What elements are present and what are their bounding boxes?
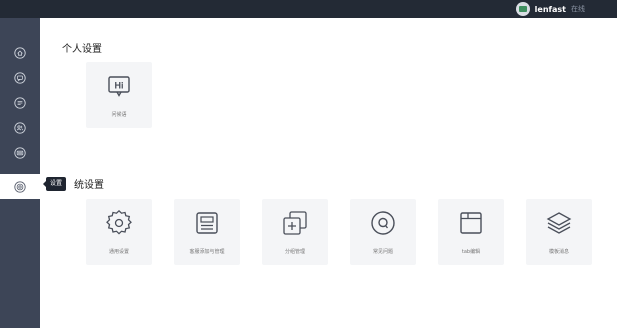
card-label: 问候语 [111, 112, 127, 118]
chat-icon [14, 71, 26, 84]
avatar[interactable] [515, 2, 530, 16]
card-label: 常见问题 [372, 249, 393, 255]
faq-icon [371, 211, 395, 235]
user-group-icon [14, 121, 26, 134]
sidebar-item-keyboard[interactable] [0, 140, 40, 165]
sidebar-item-users[interactable] [0, 115, 40, 140]
sidebar [0, 18, 40, 328]
top-header: lenfast 在线 [0, 0, 617, 18]
card-faq[interactable]: 常见问题 [350, 199, 416, 265]
username: lenfast [534, 4, 566, 14]
card-template-message[interactable]: 模板消息 [526, 199, 592, 265]
group-add-icon [283, 211, 307, 235]
card-label: 通用设置 [108, 249, 129, 255]
card-greeting[interactable]: Hi 问候语 [86, 62, 152, 128]
keyboard-icon [14, 146, 26, 159]
greeting-icon: Hi [108, 76, 130, 97]
sidebar-item-message[interactable] [0, 90, 40, 115]
card-label: 客服添加与管理 [189, 249, 225, 255]
message-icon [14, 96, 26, 109]
card-agent-management[interactable]: 客服添加与管理 [174, 199, 240, 265]
user-info[interactable]: lenfast 在线 [515, 1, 585, 17]
layers-icon [546, 212, 572, 234]
sidebar-item-settings[interactable] [0, 174, 40, 199]
sidebar-item-home[interactable] [0, 40, 40, 65]
gear-icon [106, 209, 132, 235]
home-icon [14, 46, 26, 59]
personal-settings-title: 个人设置 [62, 44, 102, 55]
card-tab-editor[interactable]: tab编辑 [438, 199, 504, 265]
system-settings-title: 统设置 [74, 180, 104, 191]
card-label: tab编辑 [461, 249, 481, 255]
tab-window-icon [460, 212, 482, 234]
card-group-management[interactable]: 分组管理 [262, 199, 328, 265]
card-general-settings[interactable]: 通用设置 [86, 199, 152, 265]
settings-content: 个人设置 Hi 问候语 统设置 通用设置 客服添加与管理 分组管理 常见问题 t… [40, 18, 617, 328]
card-label: 分组管理 [284, 249, 305, 255]
sidebar-item-chat[interactable] [0, 65, 40, 90]
id-card-icon [196, 212, 218, 234]
online-status: 在线 [571, 5, 585, 13]
card-label: 模板消息 [548, 249, 569, 255]
settings-tooltip: 设置 [42, 177, 67, 191]
settings-icon [14, 180, 26, 193]
svg-text:Hi: Hi [115, 81, 124, 91]
